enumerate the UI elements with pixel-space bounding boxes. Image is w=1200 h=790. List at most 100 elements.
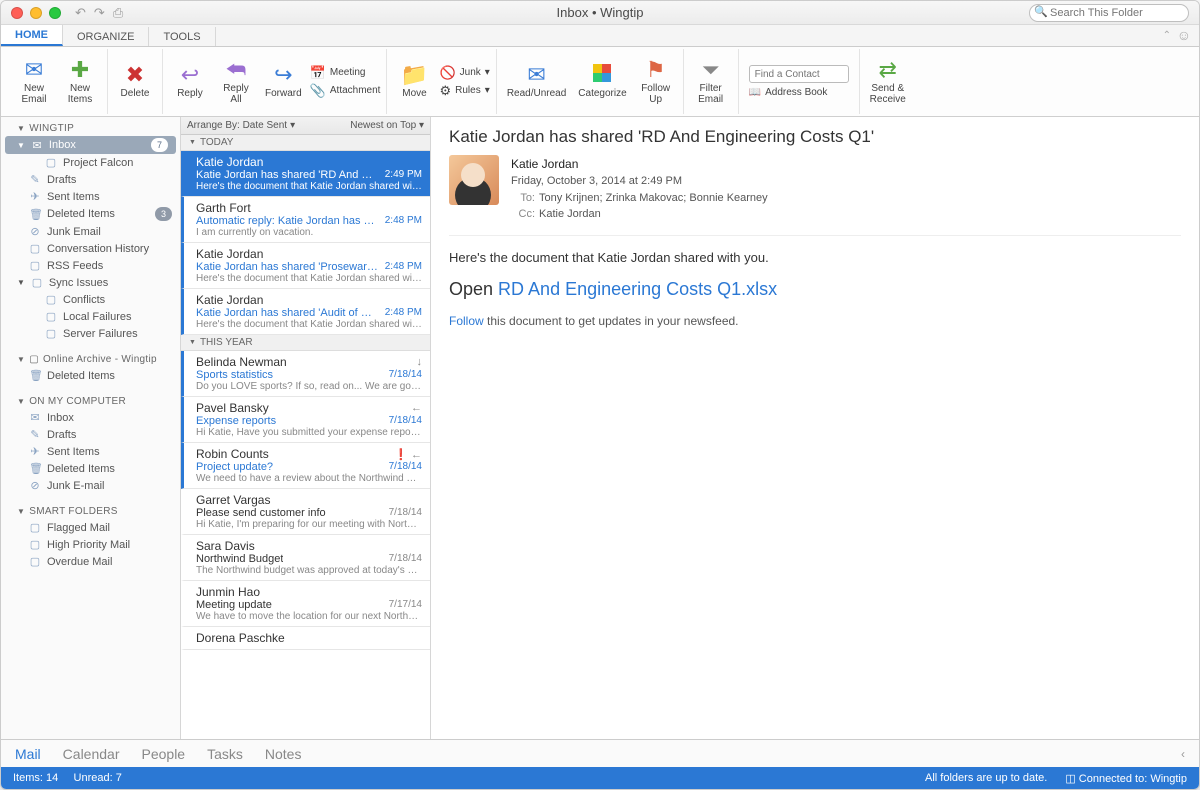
forward-button[interactable]: ↪Forward (261, 62, 306, 101)
group-header-today[interactable]: ▼TODAY (181, 135, 430, 151)
follow-up-button[interactable]: ⚑Follow Up (635, 57, 677, 107)
move-button[interactable]: 📁Move (393, 62, 435, 101)
junk-folder-icon: ⊘ (29, 225, 41, 238)
message-item[interactable]: Robin Counts Project update?7/18/14 We n… (181, 443, 430, 489)
folder-sent[interactable]: ✈Sent Items (1, 188, 180, 205)
online-archive-header[interactable]: ▼▢Online Archive - Wingtip (1, 350, 180, 367)
document-link[interactable]: RD And Engineering Costs Q1.xlsx (498, 279, 777, 299)
new-items-button[interactable]: ✚New Items (59, 57, 101, 107)
follow-link[interactable]: Follow (449, 314, 484, 328)
folder-icon: ▢ (45, 293, 57, 306)
message-time: 2:48 PM (379, 261, 422, 273)
new-email-button[interactable]: ✉︎New Email (13, 57, 55, 107)
message-item[interactable]: Katie Jordan Katie Jordan has shared 'RD… (181, 151, 430, 197)
sender-avatar[interactable] (449, 155, 499, 205)
message-item[interactable]: Garret Vargas Please send customer info7… (181, 489, 430, 535)
message-item[interactable]: Junmin Hao Meeting update7/17/14 We have… (181, 581, 430, 627)
print-icon[interactable]: ⎙ (113, 5, 123, 21)
tab-tools[interactable]: TOOLS (149, 27, 215, 46)
folder-search-input[interactable] (1029, 4, 1189, 22)
folder-junk[interactable]: ⊘Junk Email (1, 223, 180, 240)
folder-deleted[interactable]: 🗑Deleted Items3 (1, 205, 180, 223)
message-item[interactable]: Pavel Bansky Expense reports7/18/14 Hi K… (181, 397, 430, 443)
folder-drafts[interactable]: ✎Drafts (1, 171, 180, 188)
on-my-computer-header[interactable]: ▼ON MY COMPUTER (1, 392, 180, 409)
message-item[interactable]: Belinda Newman Sports statistics7/18/14 … (181, 351, 430, 397)
address-book-button[interactable]: 📖Address Book (749, 87, 849, 98)
folder-project-falcon[interactable]: ▢Project Falcon (1, 154, 180, 171)
nav-calendar[interactable]: Calendar (63, 746, 120, 762)
tab-home[interactable]: HOME (1, 25, 63, 46)
account-header-wingtip[interactable]: ▼WINGTIP (1, 119, 180, 136)
folder-icon: ▢ (29, 242, 41, 255)
folder-server-failures[interactable]: ▢Server Failures (1, 325, 180, 342)
redo-icon[interactable]: ↷ (94, 5, 105, 21)
message-subject: Automatic reply: Katie Jordan has shared… (196, 215, 379, 227)
close-window-button[interactable] (11, 7, 23, 19)
folder-conversation-history[interactable]: ▢Conversation History (1, 240, 180, 257)
group-header-this-year[interactable]: ▼THIS YEAR (181, 335, 430, 351)
recipients-cc: Katie Jordan (539, 208, 601, 220)
arrange-bar[interactable]: Arrange By: Date Sent▾ Newest on Top ▾ (181, 117, 430, 135)
undo-icon[interactable]: ↶ (75, 5, 86, 21)
folder-sync-issues[interactable]: ▼▢Sync Issues (1, 274, 180, 291)
minimize-window-button[interactable] (30, 7, 42, 19)
folder-rss[interactable]: ▢RSS Feeds (1, 257, 180, 274)
folder-high-priority[interactable]: ▢High Priority Mail (1, 536, 180, 553)
message-preview: Hi Katie, Have you submitted your expens… (196, 427, 422, 438)
folder-archive-deleted[interactable]: 🗑Deleted Items (1, 367, 180, 384)
folder-flagged-mail[interactable]: ▢Flagged Mail (1, 519, 180, 536)
folder-inbox[interactable]: ▼✉Inbox7 (5, 136, 176, 154)
folder-icon: ▢ (29, 521, 41, 534)
filter-email-button[interactable]: ⏷Filter Email (690, 57, 732, 107)
message-subject: Katie Jordan has shared 'RD And Engineer… (196, 169, 379, 181)
status-connection: ◫ Connected to: Wingtip (1065, 772, 1187, 785)
message-item[interactable]: Garth Fort Automatic reply: Katie Jordan… (181, 197, 430, 243)
nav-notes[interactable]: Notes (265, 746, 302, 762)
folder-overdue-mail[interactable]: ▢Overdue Mail (1, 553, 180, 570)
find-contact-input[interactable] (749, 65, 849, 83)
nav-people[interactable]: People (142, 746, 186, 762)
folder-omc-sent[interactable]: ✈Sent Items (1, 443, 180, 460)
reply-all-button[interactable]: ⮪Reply All (215, 57, 257, 107)
collapse-ribbon-icon[interactable]: ⌃ (1163, 30, 1171, 41)
folder-conflicts[interactable]: ▢Conflicts (1, 291, 180, 308)
tab-organize[interactable]: ORGANIZE (63, 27, 149, 46)
reply-button[interactable]: ↩Reply (169, 62, 211, 101)
message-item[interactable]: Dorena Paschke (181, 627, 430, 650)
folder-icon: ▢ (29, 538, 41, 551)
folder-icon: ▢ (29, 555, 41, 568)
nav-expand-icon[interactable]: ‹ (1181, 747, 1185, 761)
meeting-button[interactable]: 📅Meeting (310, 65, 381, 81)
nav-tasks[interactable]: Tasks (207, 746, 243, 762)
send-receive-button[interactable]: ⇄Send & Receive (866, 57, 910, 107)
message-subject: Meeting update (196, 599, 272, 611)
junk-folder-icon: ⊘ (29, 479, 41, 492)
junk-button[interactable]: 🚫Junk ▾ (439, 65, 489, 81)
folder-local-failures[interactable]: ▢Local Failures (1, 308, 180, 325)
smart-folders-header[interactable]: ▼SMART FOLDERS (1, 502, 180, 519)
message-item[interactable]: Katie Jordan Katie Jordan has shared 'Au… (181, 289, 430, 335)
message-time: 7/17/14 (383, 599, 422, 611)
read-unread-button[interactable]: ✉Read/Unread (503, 62, 570, 101)
folder-icon: ▢ (31, 276, 43, 289)
feedback-icon[interactable]: ☺ (1177, 27, 1191, 43)
message-item[interactable]: Sara Davis Northwind Budget7/18/14 The N… (181, 535, 430, 581)
folder-omc-junk[interactable]: ⊘Junk E-mail (1, 477, 180, 494)
zoom-window-button[interactable] (49, 7, 61, 19)
message-item[interactable]: Katie Jordan Katie Jordan has shared 'Pr… (181, 243, 430, 289)
folder-omc-drafts[interactable]: ✎Drafts (1, 426, 180, 443)
folder-omc-inbox[interactable]: ✉Inbox (1, 409, 180, 426)
sort-order[interactable]: Newest on Top (350, 120, 416, 131)
categorize-button[interactable]: Categorize (574, 62, 630, 101)
rules-button[interactable]: ⚙Rules ▾ (439, 83, 489, 99)
folder-omc-deleted[interactable]: 🗑Deleted Items (1, 460, 180, 477)
body-text: Here's the document that Katie Jordan sh… (449, 250, 1181, 265)
arrange-by[interactable]: Arrange By: Date Sent (187, 120, 287, 131)
inbox-icon: ✉ (29, 411, 41, 424)
status-bar: Items: 14 Unread: 7 All folders are up t… (1, 767, 1199, 789)
attachment-button[interactable]: 📎Attachment (310, 83, 381, 99)
delete-button[interactable]: ✖Delete (114, 62, 156, 101)
nav-mail[interactable]: Mail (15, 746, 41, 762)
trash-icon: 🗑 (29, 369, 41, 382)
